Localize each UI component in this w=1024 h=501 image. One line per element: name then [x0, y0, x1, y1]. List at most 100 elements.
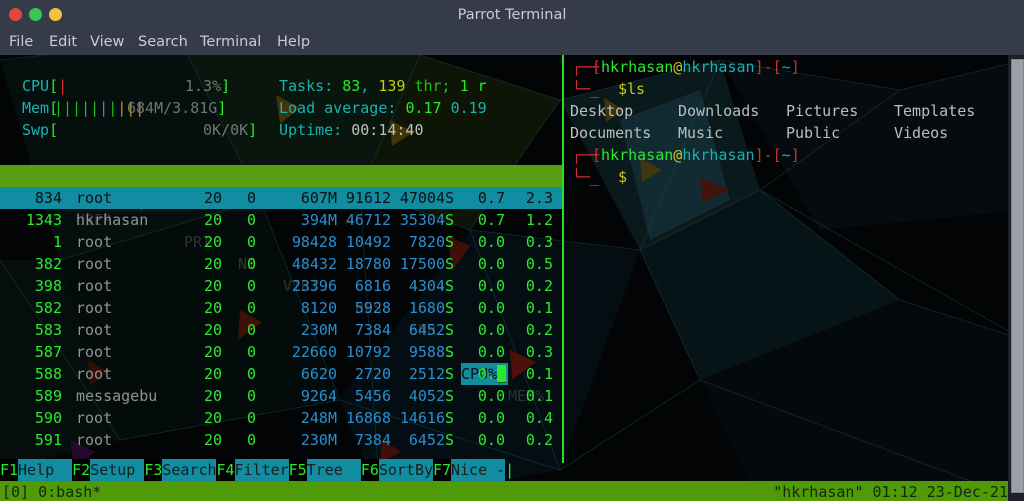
mem-meter-bracket-close: ] — [217, 99, 227, 117]
prompt1-path-bracket-left: [ — [772, 58, 782, 76]
prompt2-path-bracket-right: ] — [790, 146, 800, 164]
cell-mem: 0.2 — [525, 321, 553, 339]
table-row[interactable]: 1343 hkrhasan 20 0 394M 46712 35304 S 0.7 1.2 — [0, 209, 562, 231]
fnlabel-help[interactable]: Help — [18, 459, 73, 481]
menu-item-search[interactable]: Search — [138, 30, 188, 55]
ls-entry-desktop[interactable]: Desktop — [570, 102, 633, 120]
menu-item-edit[interactable]: Edit — [49, 30, 77, 55]
mem-meter-label: Mem — [22, 99, 50, 117]
cell-mem: 0.1 — [525, 365, 553, 383]
table-row[interactable]: 588 root 20 0 6620 2720 2512 S 0.0 0.1 — [0, 363, 562, 385]
ls-output-row-1b: Downloads — [678, 100, 759, 122]
prompt1-path: ~ — [781, 58, 791, 76]
prompt1-path-bracket-right: ] — [790, 58, 800, 76]
terminal-scrollbar[interactable] — [1008, 55, 1024, 501]
ls-entry-music[interactable]: Music — [678, 124, 723, 142]
terminal-content[interactable]: CPU[| 1.3%] Mem[ |||||||||| 684M/3.81G] … — [0, 55, 1024, 501]
prompt2-path: ~ — [781, 146, 791, 164]
fnkey-f3[interactable]: F3 — [144, 459, 163, 481]
prompt2-sigil: $ — [618, 168, 628, 186]
shell-prompt-line-1: [hkrhasan@hkrhasan]-[~] — [592, 56, 800, 78]
swp-meter-label: Swp — [22, 121, 50, 139]
prompt2-username: hkrhasan — [601, 146, 674, 164]
fnkey-f2[interactable]: F2 — [72, 459, 91, 481]
cpu-meter-bars: | — [58, 77, 68, 95]
ls-entry-pictures[interactable]: Pictures — [786, 102, 858, 120]
prompt1-username: hkrhasan — [601, 58, 674, 76]
menu-item-file[interactable]: File — [9, 30, 33, 55]
prompt1-dash: - — [763, 58, 773, 76]
function-key-bar[interactable]: F1 Help F2 Setup F3 Search F4 Filter F5 Tree F6… — [0, 459, 1024, 481]
mem-meter-value: 684M/3.81G — [127, 99, 218, 117]
ls-entry-videos[interactable]: Videos — [894, 124, 948, 142]
shell-prompt-line-2: [hkrhasan@hkrhasan]-[~] — [592, 144, 800, 166]
swp-meter-bracket-close: ] — [248, 121, 258, 139]
menu-item-terminal[interactable]: Terminal — [200, 30, 261, 55]
ls-entry-public[interactable]: Public — [786, 124, 840, 142]
process-table-header[interactable]: PID USER PRI NI VIRT RES SHR S CPU%_ MEM… — [0, 165, 562, 405]
table-row[interactable]: 1 root 20 0 98428 10492 7820 S 0.0 0.3 — [0, 231, 562, 253]
cell-mem: 1.2 — [525, 211, 553, 229]
fnkey-f5[interactable]: F5 — [288, 459, 307, 481]
thread-label: thr; — [414, 77, 451, 95]
table-row[interactable]: 589 messagebu 20 0 9264 5456 4052 S 0.0 0.1 — [0, 385, 562, 407]
shell-command-line-1[interactable]: $ls — [618, 78, 645, 100]
table-row[interactable]: 583 root 20 0 230M 7384 6452 S 0.0 0.2 — [0, 319, 562, 341]
fnlabel-tree[interactable]: Tree — [306, 459, 361, 481]
cpu-meter-bracket-close: ] — [221, 77, 231, 95]
ls-output-row-1c: Pictures — [786, 100, 858, 122]
htop-swp-value-group: 0K/0K] — [203, 119, 257, 141]
table-row[interactable]: 382 root 20 0 48432 18780 17500 S 0.0 0.5 — [0, 253, 562, 275]
fnlabel-nice[interactable]: Nice - — [451, 459, 506, 481]
fnbar-cursor: | — [505, 461, 515, 479]
prompt1-at-sign: @ — [673, 58, 683, 76]
table-row[interactable]: 591 root 20 0 230M 7384 6452 S 0.0 0.2 — [0, 429, 562, 451]
shell-prompt-tail-2: └─_ — [572, 168, 600, 186]
table-row[interactable]: 590 root 20 0 248M 16868 14616 S 0.0 0.4 — [0, 407, 562, 429]
fnlabel-search[interactable]: Search — [162, 459, 217, 481]
table-row[interactable]: 834 root 20 0 607M 91612 47004 S 0.7 2.3 — [0, 187, 562, 209]
tmux-status-bar: [0] 0:bash* "hkrhasan" 01:12 23-Dec-21 — [0, 481, 1024, 501]
swp-meter-value: 0K/0K — [203, 121, 249, 139]
shell-command-line-2[interactable]: $ — [618, 166, 627, 188]
cell-mem: 0.1 — [525, 387, 553, 405]
cell-mem: 2.3 — [525, 189, 553, 207]
fnkey-f7[interactable]: F7 — [432, 459, 452, 481]
tasks-separator: , — [360, 77, 370, 95]
prompt1-bracket-left: [ — [592, 58, 602, 76]
prompt1-command: ls — [627, 80, 646, 98]
htop-uptime-line: Uptime: 00:14:40 — [279, 119, 424, 141]
menu-item-help[interactable]: Help — [277, 30, 310, 55]
htop-mem-value-group: 684M/3.81G] — [127, 97, 226, 119]
fnkey-f1[interactable]: F1 — [0, 459, 19, 481]
htop-swp-meter: Swp[ — [22, 119, 58, 141]
menu-item-view[interactable]: View — [90, 30, 124, 55]
cpu-meter-label: CPU — [22, 77, 50, 95]
tmux-window-list[interactable]: [0] 0:bash* — [2, 481, 101, 501]
prompt1-sigil: $ — [618, 80, 628, 98]
scrollbar-thumb[interactable] — [1011, 59, 1024, 493]
fnlabel-sortby[interactable]: SortBy — [378, 459, 434, 481]
ls-entry-templates[interactable]: Templates — [894, 102, 975, 120]
cpu-meter-value: 1.3% — [185, 77, 222, 95]
load-average-1min: 0.17 — [405, 99, 442, 117]
prompt1-hostname: hkrhasan — [682, 58, 755, 76]
table-row[interactable]: 582 root 20 0 8120 5928 1680 S 0.0 0.1 — [0, 297, 562, 319]
ls-output-row-2: Documents — [570, 122, 651, 144]
cell-mem: 0.5 — [525, 255, 553, 273]
fnkey-f6[interactable]: F6 — [360, 459, 379, 481]
ls-entry-documents[interactable]: Documents — [570, 124, 651, 142]
table-row[interactable]: 398 root 20 0 23396 6816 4304 S 0.0 0.2 — [0, 275, 562, 297]
shell-prompt-tail-1: └─_ — [572, 80, 600, 98]
fnkey-f4[interactable]: F4 — [216, 459, 235, 481]
tmux-date: 23-Dec-21 — [926, 483, 1008, 501]
ls-entry-downloads[interactable]: Downloads — [678, 102, 759, 120]
table-row[interactable]: 587 root 20 0 22660 10792 9588 S 0.0 0.3 — [0, 341, 562, 363]
cell-mem: 0.4 — [525, 409, 553, 427]
prompt2-bracket-left: [ — [592, 146, 602, 164]
fnlabel-setup[interactable]: Setup — [90, 459, 145, 481]
swp-meter-bracket-open: [ — [49, 121, 59, 139]
htop-load-line: Load average: 0.17 0.19 — [279, 97, 487, 119]
cell-mem: 0.2 — [525, 277, 553, 295]
fnlabel-filter[interactable]: Filter — [234, 459, 289, 481]
